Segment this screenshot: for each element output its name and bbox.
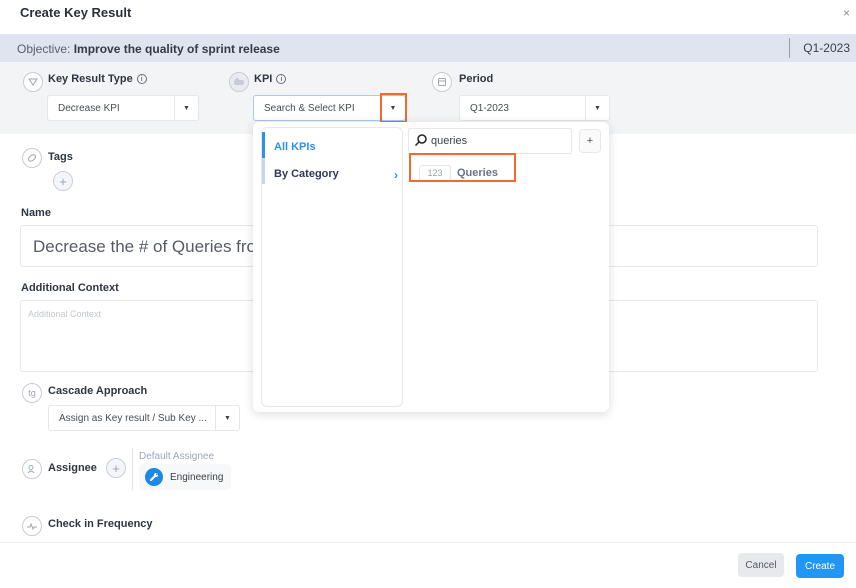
assignee-divider xyxy=(132,448,133,490)
check-in-frequency-label: Check in Frequency xyxy=(48,518,153,530)
kpi-category-list: All KPIs By Category › xyxy=(261,127,403,407)
caret-down-icon[interactable]: ▼ xyxy=(174,96,198,120)
additional-context-placeholder: Additional Context xyxy=(28,309,102,319)
add-kpi-button[interactable]: + xyxy=(579,129,601,153)
caret-down-icon[interactable]: ▼ xyxy=(215,406,239,430)
close-icon[interactable]: × xyxy=(843,6,850,20)
kpi-placeholder: Search & Select KPI xyxy=(264,103,355,114)
cascade-icon: tg xyxy=(22,383,42,403)
objective-text: Objective: Improve the quality of sprint… xyxy=(17,42,280,56)
chevron-right-icon[interactable]: › xyxy=(394,168,398,182)
assignee-users-icon xyxy=(22,459,42,479)
key-result-type-select[interactable]: Decrease KPI ▼ xyxy=(47,95,199,121)
default-assignee-value: Engineering xyxy=(170,472,224,483)
tags-label: Tags xyxy=(48,151,73,163)
category-by-category[interactable]: By Category xyxy=(274,168,339,180)
category-all-kpis[interactable]: All KPIs xyxy=(274,141,316,153)
objective-divider xyxy=(789,38,790,58)
kpi-label: KPI i xyxy=(254,73,287,85)
create-button[interactable]: Create xyxy=(796,554,844,578)
key-result-type-label: Key Result Type i xyxy=(48,73,147,85)
search-icon xyxy=(414,133,428,152)
tag-icon xyxy=(22,148,42,168)
key-result-type-label-text: Key Result Type xyxy=(48,73,133,85)
key-result-type-value: Decrease KPI xyxy=(58,103,120,114)
caret-down-icon[interactable]: ▼ xyxy=(585,96,609,120)
highlight-box-queries xyxy=(409,153,516,182)
default-assignee-title: Default Assignee xyxy=(139,451,215,462)
wrench-icon xyxy=(145,468,163,486)
create-key-result-dialog: Create Key Result × Objective: Improve t… xyxy=(0,0,856,588)
highlight-box-kpi-caret xyxy=(380,93,407,123)
kpi-search-input-wrapper[interactable] xyxy=(408,128,572,154)
period-value: Q1-2023 xyxy=(470,103,509,114)
kpi-search-input[interactable] xyxy=(431,133,561,149)
period-label: Period xyxy=(459,73,494,85)
pulse-icon xyxy=(22,516,42,536)
objective-label: Objective: xyxy=(17,42,74,56)
footer-divider xyxy=(0,542,856,543)
assignee-label: Assignee xyxy=(48,462,97,474)
filter-funnel-icon xyxy=(23,72,43,92)
info-icon[interactable]: i xyxy=(136,74,147,84)
name-label: Name xyxy=(21,207,51,219)
period-select[interactable]: Q1-2023 ▼ xyxy=(459,95,610,121)
default-assignee-chip[interactable]: Engineering xyxy=(139,464,231,490)
kpi-label-text: KPI xyxy=(254,73,273,85)
objective-bar: Objective: Improve the quality of sprint… xyxy=(0,34,856,62)
info-icon[interactable]: i xyxy=(276,74,287,84)
calendar-icon xyxy=(432,72,452,92)
dialog-title: Create Key Result xyxy=(20,5,132,20)
category-active-indicator xyxy=(262,132,265,158)
objective-value: Improve the quality of sprint release xyxy=(73,42,280,56)
cascade-approach-value: Assign as Key result / Sub Key ... xyxy=(59,413,207,424)
cascade-approach-select[interactable]: Assign as Key result / Sub Key ... ▼ xyxy=(48,405,240,431)
cancel-button[interactable]: Cancel xyxy=(738,553,784,577)
name-value: Decrease the # of Queries from xyxy=(33,237,271,256)
add-assignee-button[interactable]: + xyxy=(106,458,126,478)
kpi-dropdown-panel: All KPIs By Category › + 123 Queries xyxy=(253,122,609,412)
kpi-icon xyxy=(229,72,249,92)
cascade-approach-label: Cascade Approach xyxy=(48,385,148,397)
add-tag-button[interactable]: + xyxy=(53,171,73,191)
objective-period: Q1-2023 xyxy=(803,41,850,55)
additional-context-label: Additional Context xyxy=(21,282,119,294)
